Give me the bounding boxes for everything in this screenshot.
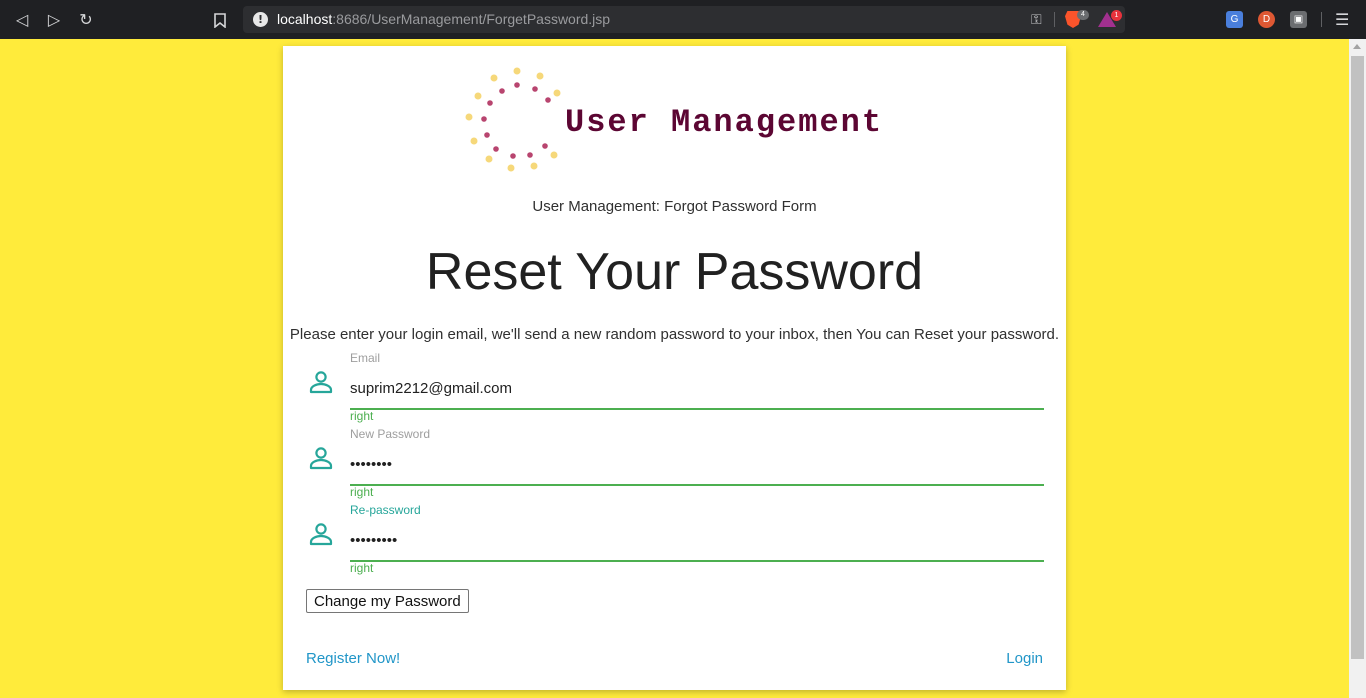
bookmark-icon[interactable] bbox=[209, 9, 231, 31]
login-link[interactable]: Login bbox=[1006, 650, 1043, 667]
back-icon[interactable]: ◁ bbox=[11, 9, 33, 31]
re-password-field-group: Re-password right bbox=[283, 503, 1066, 579]
change-password-button[interactable]: Change my Password bbox=[306, 589, 469, 613]
reload-icon[interactable]: ↻ bbox=[75, 9, 97, 31]
logo-dots-icon bbox=[465, 67, 561, 172]
new-password-label: New Password bbox=[350, 427, 431, 441]
page-title: Reset Your Password bbox=[425, 243, 924, 301]
url-host: localhost bbox=[277, 11, 333, 27]
extension-icon[interactable]: ▣ bbox=[1290, 11, 1307, 28]
address-bar[interactable]: ! localhost:8686/UserManagement/ForgetPa… bbox=[243, 6, 1125, 33]
url-text[interactable]: localhost:8686/UserManagement/ForgetPass… bbox=[277, 11, 610, 27]
person-icon bbox=[309, 371, 333, 394]
logo-title: User Management bbox=[565, 104, 884, 141]
translate-extension-icon[interactable]: G bbox=[1226, 11, 1243, 28]
duckduckgo-extension-icon[interactable]: D bbox=[1258, 11, 1275, 28]
page-scrollbar[interactable] bbox=[1349, 39, 1366, 698]
new-password-helper-text: right bbox=[350, 485, 374, 499]
email-field-group: Email right bbox=[283, 351, 1066, 427]
forward-icon[interactable]: ▷ bbox=[43, 9, 65, 31]
menu-icon[interactable]: ☰ bbox=[1335, 10, 1349, 29]
re-password-helper-text: right bbox=[350, 561, 374, 575]
scroll-thumb[interactable] bbox=[1351, 56, 1364, 659]
email-label: Email bbox=[350, 351, 381, 365]
brave-rewards-badge: 1 bbox=[1111, 10, 1122, 21]
re-password-label: Re-password bbox=[350, 503, 421, 517]
person-icon bbox=[309, 447, 333, 470]
brave-shields-count: 4 bbox=[1077, 10, 1089, 20]
url-path: :8686/UserManagement/ForgetPassword.jsp bbox=[332, 11, 611, 27]
register-link[interactable]: Register Now! bbox=[306, 650, 400, 667]
new-password-input[interactable] bbox=[350, 444, 1044, 486]
key-icon[interactable]: ⚿ bbox=[1031, 12, 1042, 28]
reset-password-card: User Management User Management: Forgot … bbox=[283, 46, 1066, 690]
email-helper-text: right bbox=[350, 409, 374, 423]
instructions-text: Please enter your login email, we'll sen… bbox=[289, 326, 1060, 343]
scroll-up-arrow-icon[interactable] bbox=[1353, 44, 1361, 49]
browser-toolbar: ◁ ▷ ↻ ! localhost:8686/UserManagement/Fo… bbox=[0, 0, 1366, 39]
page-subtitle: User Management: Forgot Password Form bbox=[532, 198, 817, 215]
site-info-icon[interactable]: ! bbox=[253, 12, 268, 27]
new-password-field-group: New Password right bbox=[283, 427, 1066, 503]
re-password-input[interactable] bbox=[350, 520, 1044, 562]
toolbar-divider bbox=[1321, 12, 1322, 27]
address-bar-divider bbox=[1054, 12, 1055, 27]
person-icon bbox=[309, 523, 333, 546]
email-input[interactable] bbox=[350, 368, 1044, 410]
